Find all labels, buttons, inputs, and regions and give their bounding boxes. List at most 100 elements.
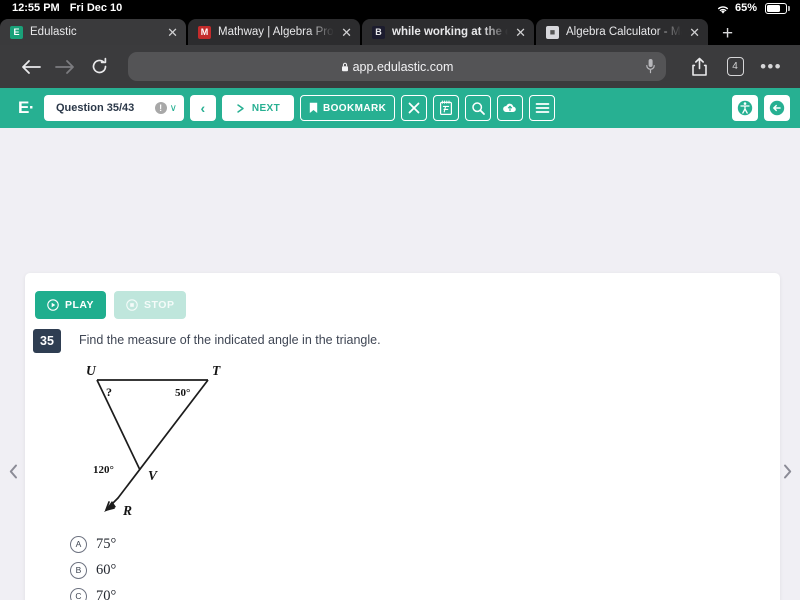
question-selector[interactable]: Question 35/43 ! ∨ — [44, 95, 184, 121]
status-date: Fri Dec 10 — [69, 2, 123, 14]
arrow-right-icon — [237, 103, 244, 113]
bookmark-button-label: BOOKMARK — [323, 102, 387, 114]
question-prompt-text: Find the measure of the indicated angle … — [79, 333, 381, 347]
option-text-a: 75° — [96, 535, 117, 552]
next-button-label: NEXT — [251, 102, 281, 114]
address-bar[interactable]: app.edulastic.com — [128, 52, 666, 81]
ipad-status-bar: 12:55 PM Fri Dec 10 65% — [0, 0, 800, 18]
chevron-left-icon — [9, 464, 17, 478]
close-test-button[interactable] — [401, 95, 428, 121]
page-background: PLAY STOP 35 Find the measure of the ind… — [0, 128, 800, 600]
tab-favicon-brainly: B — [372, 25, 385, 39]
tab-count-button[interactable]: 4 — [720, 52, 750, 82]
angle-label-unknown: ? — [106, 385, 112, 399]
status-time: 12:55 PM — [12, 2, 60, 14]
segment-UV — [96, 379, 141, 471]
vertex-label-U: U — [86, 363, 97, 378]
vertex-label-V: V — [148, 468, 158, 483]
tab-close-1[interactable]: ✕ — [341, 26, 352, 39]
more-dots-icon: ••• — [760, 57, 782, 76]
info-icon[interactable]: ! — [154, 102, 167, 114]
browser-tab-2[interactable]: B while working at the dru ✕ — [362, 19, 534, 45]
vertex-label-R: R — [122, 503, 132, 518]
wifi-icon — [716, 4, 730, 15]
status-right-group: 65% — [716, 2, 790, 14]
exit-arrow-icon — [769, 100, 785, 116]
play-icon — [47, 299, 59, 311]
triangle-diagram-svg: U T V R ? 50° 120° — [86, 363, 221, 518]
tab-title-1: Mathway | Algebra Probl — [218, 26, 335, 38]
option-letter-a: A — [70, 535, 87, 553]
menu-button[interactable] — [529, 95, 556, 121]
forward-arrow-icon — [48, 52, 82, 82]
tab-favicon-algebra-calculator: ■ — [546, 25, 559, 39]
question-selector-right: ! ∨ — [154, 102, 177, 114]
angle-label-V: 120° — [93, 464, 114, 476]
play-button[interactable]: PLAY — [35, 291, 107, 319]
vertex-label-T: T — [212, 363, 221, 378]
browser-toolbar: app.edulastic.com 4 ••• — [0, 45, 800, 88]
question-selector-label: Question 35/43 — [56, 102, 135, 114]
tab-favicon-edulastic: E — [10, 25, 23, 39]
microphone-icon[interactable] — [645, 58, 656, 75]
option-text-b: 60° — [96, 561, 117, 578]
answer-option-c[interactable]: C 70° — [70, 583, 116, 600]
accessibility-button[interactable] — [732, 95, 758, 121]
lock-icon — [341, 62, 348, 71]
tab-close-2[interactable]: ✕ — [515, 26, 526, 39]
edulastic-logo[interactable]: E· — [18, 98, 35, 118]
calculator-button[interactable] — [433, 95, 460, 121]
url-host: app.edulastic.com — [352, 59, 454, 74]
accessibility-icon — [737, 100, 753, 116]
back-arrow-icon[interactable] — [14, 52, 48, 82]
magnifier-button[interactable] — [465, 95, 492, 121]
browser-tab-3[interactable]: ■ Algebra Calculator - Mat ✕ — [536, 19, 708, 45]
tab-title-0: Edulastic — [30, 26, 77, 38]
close-x-icon — [408, 102, 420, 114]
next-item-arrow[interactable] — [777, 456, 797, 486]
question-number-badge: 35 — [33, 329, 61, 353]
prev-item-arrow[interactable] — [3, 456, 23, 486]
next-question-button[interactable]: NEXT — [222, 95, 294, 121]
tab-title-3: Algebra Calculator - Mat — [566, 26, 683, 38]
cloud-upload-button[interactable] — [497, 95, 524, 121]
answer-option-a[interactable]: A 75° — [70, 531, 116, 557]
battery-icon — [762, 2, 790, 14]
tab-close-0[interactable]: ✕ — [167, 26, 178, 39]
stop-button[interactable]: STOP — [114, 291, 187, 319]
option-text-c: 70° — [96, 587, 117, 600]
edulastic-toolbar: E· Question 35/43 ! ∨ ‹ NEXT BOOKMARK — [0, 88, 800, 128]
question-prompt-row: 35 Find the measure of the indicated ang… — [33, 329, 381, 353]
reload-icon[interactable] — [82, 52, 116, 82]
stop-icon — [126, 299, 138, 311]
tab-count-value: 4 — [726, 57, 744, 76]
cloud-upload-icon — [503, 103, 517, 113]
play-button-label: PLAY — [65, 299, 95, 311]
bookmark-icon — [309, 102, 318, 113]
share-icon[interactable] — [684, 52, 714, 82]
tab-close-3[interactable]: ✕ — [689, 26, 700, 39]
answer-options-list: A 75° B 60° C 70° D 80° — [70, 531, 116, 600]
chevron-left-icon: ‹ — [200, 100, 206, 116]
option-letter-c: C — [70, 587, 87, 600]
angle-label-T: 50° — [175, 387, 190, 399]
question-card: PLAY STOP 35 Find the measure of the ind… — [25, 273, 780, 600]
previous-question-button[interactable]: ‹ — [190, 95, 216, 121]
browser-tab-1[interactable]: M Mathway | Algebra Probl ✕ — [188, 19, 360, 45]
browser-tab-0[interactable]: E Edulastic ✕ — [0, 19, 186, 45]
exit-test-button[interactable] — [764, 95, 790, 121]
chevron-down-icon[interactable]: ∨ — [170, 103, 177, 114]
chevron-right-icon — [783, 464, 791, 478]
triangle-figure: U T V R ? 50° 120° — [70, 358, 260, 518]
media-controls: PLAY STOP — [35, 291, 187, 319]
screen: 12:55 PM Fri Dec 10 65% E Edulastic ✕ M … — [0, 0, 800, 600]
battery-percent: 65% — [734, 2, 757, 14]
magnifier-icon — [471, 101, 485, 115]
status-left-group: 12:55 PM Fri Dec 10 — [12, 2, 122, 14]
new-tab-button[interactable]: + — [710, 24, 745, 45]
bookmark-button[interactable]: BOOKMARK — [300, 95, 396, 121]
hamburger-menu-icon — [535, 103, 550, 113]
answer-option-b[interactable]: B 60° — [70, 557, 116, 583]
tab-title-2: while working at the dru — [392, 26, 508, 38]
more-options-button[interactable]: ••• — [756, 52, 786, 82]
